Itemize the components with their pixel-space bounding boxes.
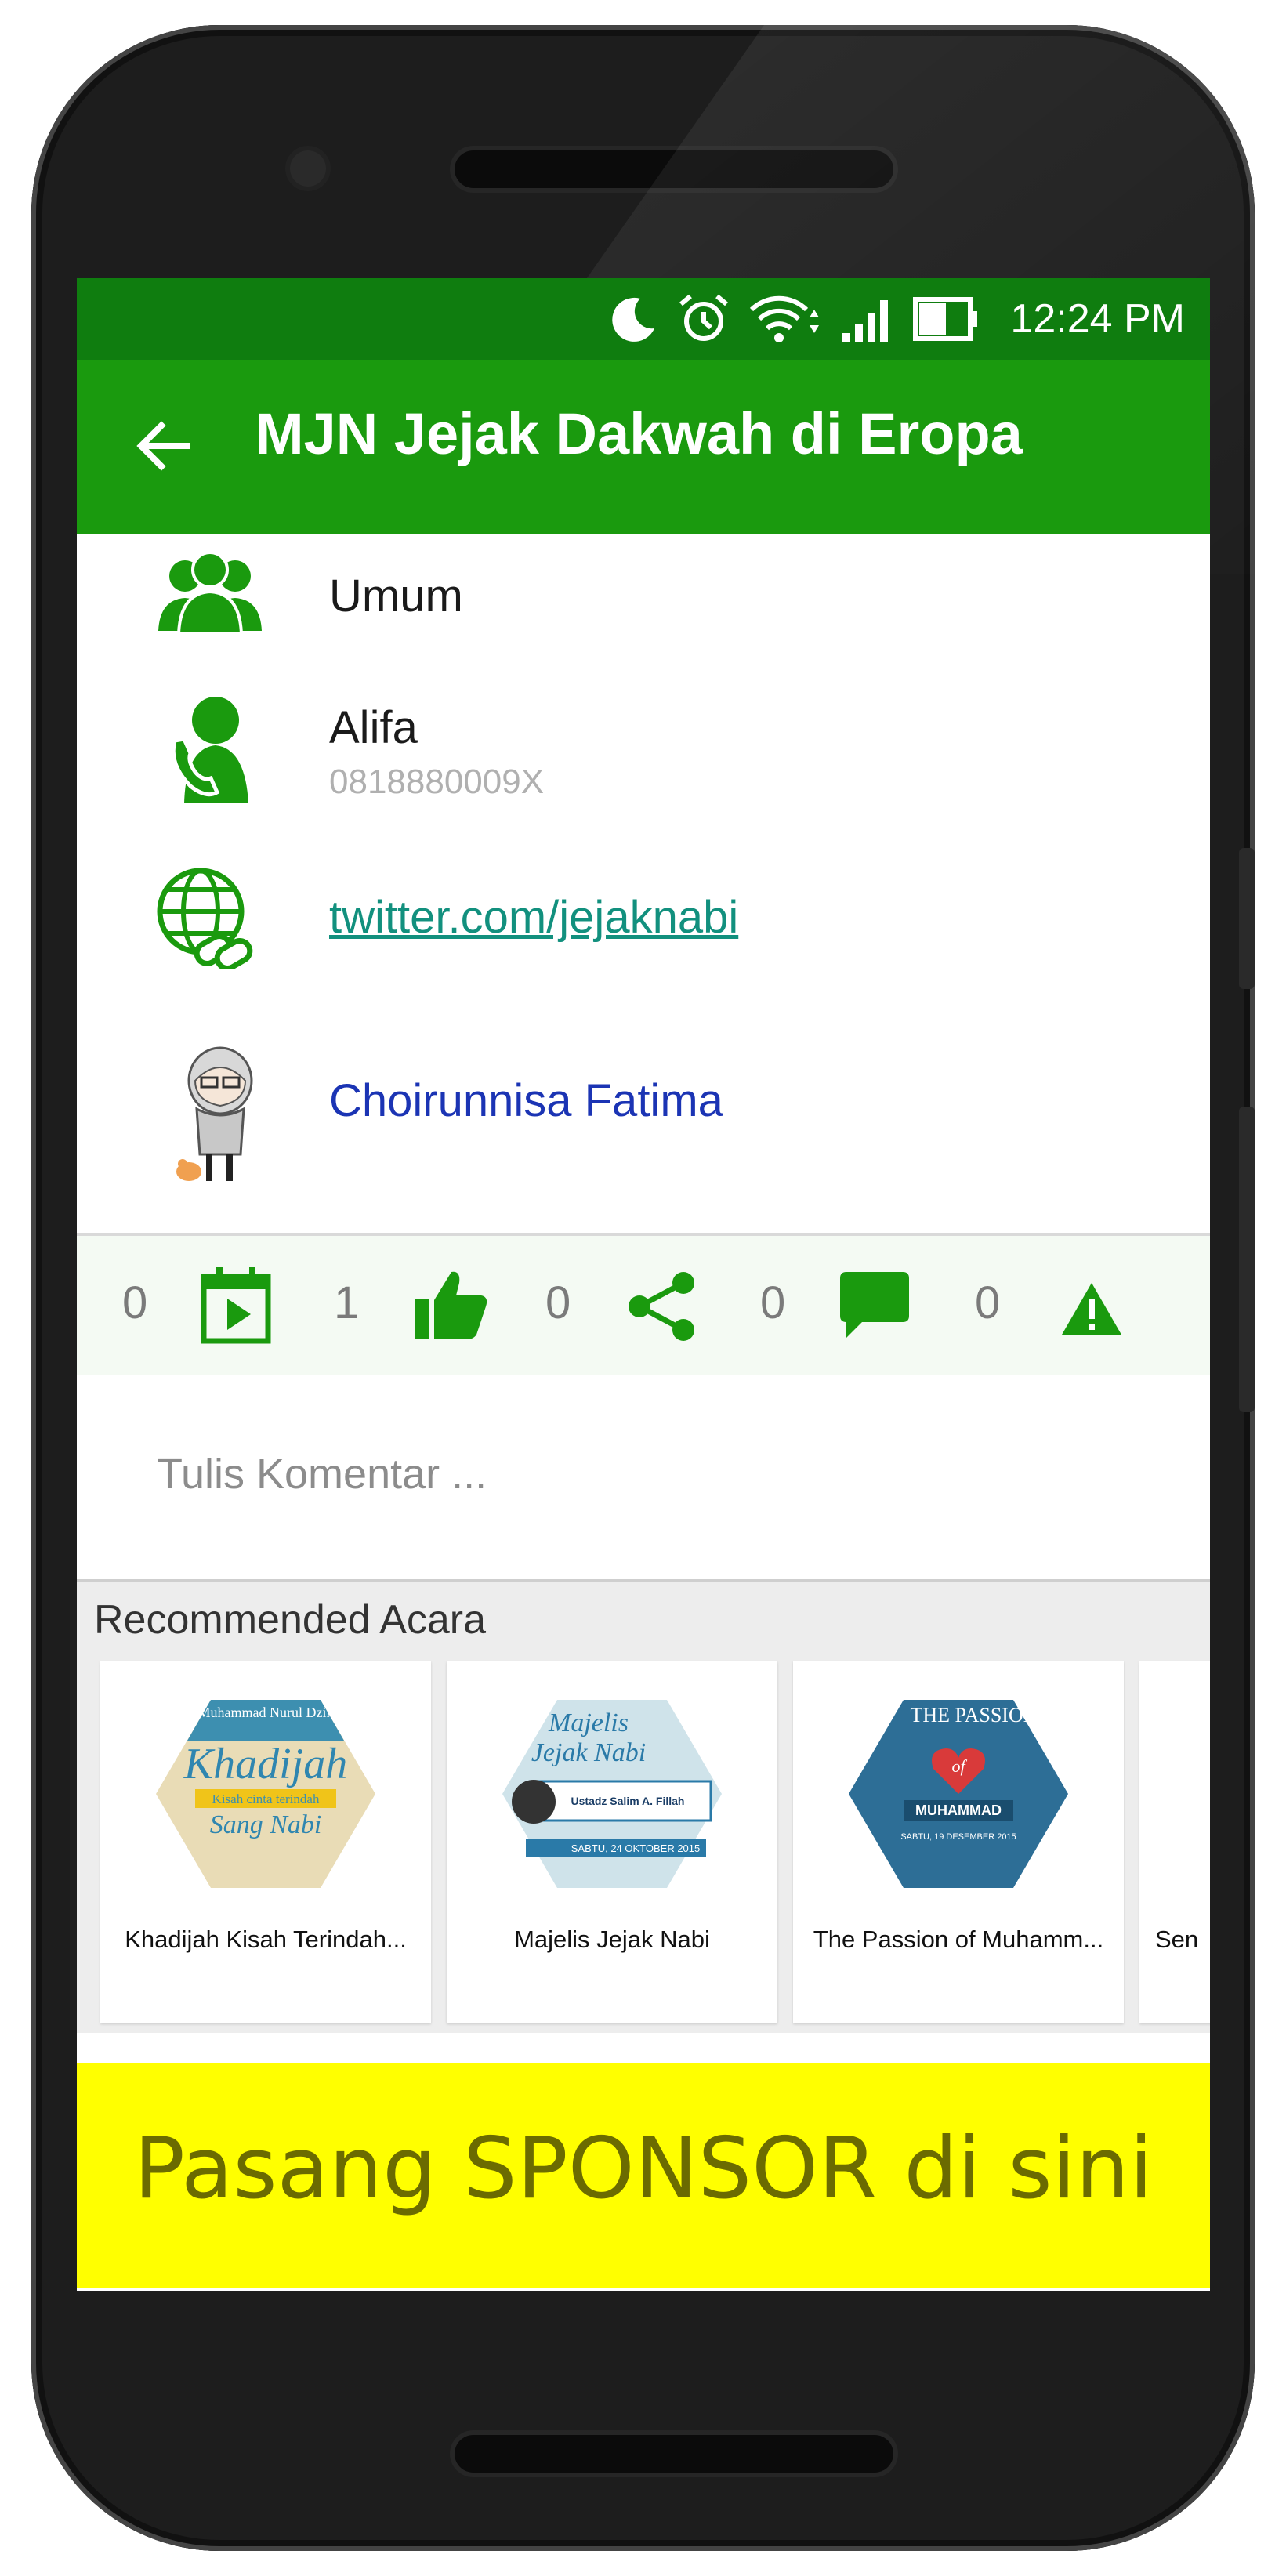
recommended-card[interactable]: Muhammad Nurul Dzik Khadijah Kisah cinta… bbox=[100, 1661, 431, 2023]
action-bar: 0 1 0 0 0 bbox=[77, 1233, 1210, 1379]
calendar-play-icon[interactable] bbox=[201, 1266, 271, 1344]
sponsor-banner[interactable]: Pasang SPONSOR di sini bbox=[77, 2063, 1210, 2288]
recommended-card[interactable]: Majelis Jejak Nabi Ustadz Salim A. Filla… bbox=[447, 1661, 777, 2023]
app-screen: 12:24 PM MJN Jejak Dakwah di Eropa Umum … bbox=[77, 278, 1210, 2291]
recommended-card[interactable]: THE PASSION of MUHAMMAD SABTU, 19 DESEMB… bbox=[793, 1661, 1124, 2023]
card-title: Khadijah Kisah Terindah... bbox=[125, 1926, 407, 1953]
contact-phone[interactable]: 0818880009X bbox=[329, 763, 544, 802]
recommended-card[interactable]: Sen bbox=[1139, 1661, 1210, 2023]
status-bar: 12:24 PM bbox=[77, 278, 1210, 360]
thumb-text: SABTU, 24 OKTOBER 2015 bbox=[571, 1842, 701, 1854]
like-count: 1 bbox=[334, 1277, 360, 1328]
earpiece-speaker bbox=[455, 150, 893, 188]
thumb-text: Ustadz Salim A. Fillah bbox=[571, 1795, 685, 1807]
organizer-name[interactable]: Choirunnisa Fatima bbox=[329, 1074, 723, 1127]
web-link-icon bbox=[157, 868, 253, 969]
organizer-row[interactable]: Choirunnisa Fatima bbox=[77, 1046, 1210, 1187]
signal-icon bbox=[842, 300, 889, 342]
power-button bbox=[1239, 1107, 1255, 1412]
alarm-icon bbox=[679, 294, 729, 341]
share-count: 0 bbox=[545, 1277, 571, 1328]
category-label: Umum bbox=[329, 571, 463, 621]
event-thumbnail: Majelis Jejak Nabi Ustadz Salim A. Filla… bbox=[502, 1700, 722, 1888]
thumb-text: of bbox=[951, 1756, 967, 1776]
page-title: MJN Jejak Dakwah di Eropa bbox=[255, 401, 1023, 466]
comment-section bbox=[77, 1375, 1210, 1582]
thumb-text: THE PASSION bbox=[910, 1704, 1038, 1726]
schedule-count: 0 bbox=[122, 1277, 148, 1328]
comment-input[interactable] bbox=[155, 1438, 1099, 1510]
bottom-speaker bbox=[455, 2435, 893, 2473]
report-count: 0 bbox=[975, 1277, 1001, 1328]
sponsor-text: Pasang SPONSOR di sini bbox=[133, 2120, 1154, 2218]
comment-count: 0 bbox=[760, 1277, 786, 1328]
phone-contact-icon bbox=[171, 697, 248, 803]
back-arrow-icon[interactable] bbox=[132, 415, 194, 477]
battery-icon bbox=[913, 297, 978, 341]
wifi-icon bbox=[750, 295, 820, 342]
recommended-section: Recommended Acara Muhammad Nurul Dzik Kh… bbox=[77, 1582, 1210, 2033]
app-toolbar: MJN Jejak Dakwah di Eropa bbox=[77, 360, 1210, 534]
contact-row[interactable]: Alifa 0818880009X bbox=[77, 694, 1210, 819]
category-row: Umum bbox=[77, 553, 1210, 647]
thumb-text: Kisah cinta terindah bbox=[212, 1792, 320, 1806]
thumb-text: MUHAMMAD bbox=[915, 1802, 1002, 1818]
card-title: Majelis Jejak Nabi bbox=[514, 1926, 710, 1953]
event-thumbnail: THE PASSION of MUHAMMAD SABTU, 19 DESEMB… bbox=[849, 1700, 1068, 1888]
card-title: The Passion of Muhamm... bbox=[813, 1926, 1104, 1953]
status-time: 12:24 PM bbox=[1010, 296, 1185, 342]
front-camera bbox=[290, 150, 326, 187]
website-row: twitter.com/jejaknabi bbox=[77, 866, 1210, 976]
thumb-text: Muhammad Nurul Dzik bbox=[198, 1705, 334, 1720]
share-icon[interactable] bbox=[625, 1270, 697, 1342]
volume-button bbox=[1239, 848, 1255, 989]
thumb-text: Khadijah bbox=[183, 1740, 347, 1788]
thumb-up-icon[interactable] bbox=[414, 1269, 489, 1341]
thumb-text: Jejak Nabi bbox=[531, 1738, 646, 1767]
card-title: Sen bbox=[1155, 1926, 1199, 1953]
thumb-text: Sang Nabi bbox=[210, 1810, 322, 1839]
website-link[interactable]: twitter.com/jejaknabi bbox=[329, 891, 738, 944]
thumb-text: SABTU, 19 DESEMBER 2015 bbox=[900, 1832, 1016, 1842]
event-thumbnail: Muhammad Nurul Dzik Khadijah Kisah cinta… bbox=[156, 1700, 375, 1888]
group-icon bbox=[158, 553, 262, 636]
thumb-text: Majelis bbox=[548, 1708, 629, 1737]
contact-name: Alifa bbox=[329, 702, 418, 753]
moon-icon bbox=[612, 297, 655, 342]
warning-icon[interactable] bbox=[1060, 1281, 1123, 1336]
chat-bubble-icon[interactable] bbox=[839, 1270, 911, 1341]
recommended-title: Recommended Acara bbox=[94, 1597, 487, 1643]
avatar bbox=[176, 1046, 253, 1181]
